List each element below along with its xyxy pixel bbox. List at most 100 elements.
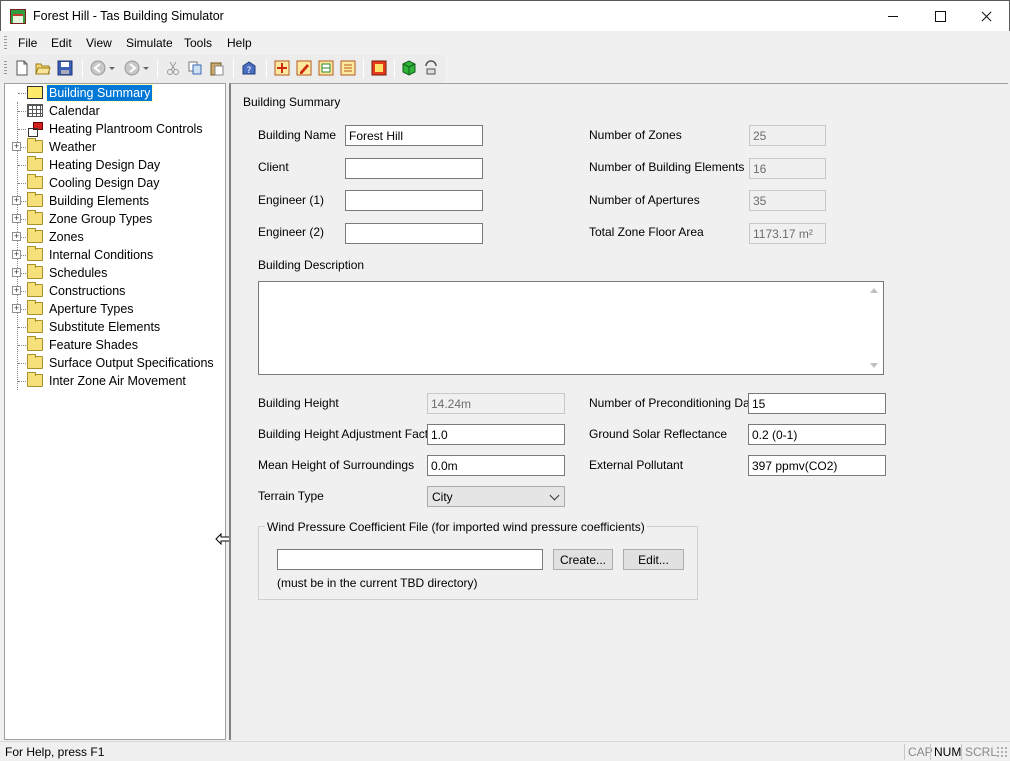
tree-item[interactable]: + Zone Group Types — [5, 210, 225, 228]
back-dropdown-icon[interactable] — [108, 60, 116, 76]
tree-item[interactable]: Calendar — [5, 102, 225, 120]
client-input[interactable] — [345, 158, 483, 179]
expand-icon[interactable]: + — [12, 196, 21, 205]
maximize-button[interactable] — [917, 1, 963, 31]
calculate-icon[interactable] — [274, 60, 290, 76]
list-icon[interactable] — [340, 60, 356, 76]
tree-item-label[interactable]: Feature Shades — [47, 337, 140, 353]
forward-icon[interactable] — [124, 60, 140, 76]
scroll-down-icon[interactable] — [870, 363, 878, 368]
expand-icon[interactable]: + — [12, 268, 21, 277]
height-adjustment-input[interactable] — [427, 424, 565, 445]
tree-item-label[interactable]: Weather — [47, 139, 98, 155]
navigation-tree[interactable]: Building Summary Calendar Heating Plantroo… — [4, 83, 226, 740]
tree-item[interactable]: + Internal Conditions — [5, 246, 225, 264]
tree-item[interactable]: + Zones — [5, 228, 225, 246]
svg-text:?: ? — [247, 66, 252, 76]
ground-reflectance-label: Ground Solar Reflectance — [589, 427, 728, 441]
expand-icon[interactable]: + — [12, 142, 21, 151]
menubar-grip[interactable] — [4, 36, 7, 50]
wind-file-input[interactable] — [277, 549, 543, 570]
tree-item[interactable]: + Weather — [5, 138, 225, 156]
tree-item-label[interactable]: Internal Conditions — [47, 247, 155, 263]
cube-icon[interactable] — [401, 60, 417, 76]
copy-icon[interactable] — [187, 60, 203, 76]
close-button[interactable] — [963, 1, 1009, 31]
tree-item-label[interactable]: Constructions — [47, 283, 127, 299]
expand-icon[interactable]: + — [12, 250, 21, 259]
tree-item[interactable]: + Constructions — [5, 282, 225, 300]
app-icon[interactable] — [10, 9, 26, 24]
mean-height-input[interactable] — [427, 455, 565, 476]
new-file-icon[interactable] — [14, 60, 30, 76]
tree-item-label[interactable]: Building Summary — [45, 84, 154, 102]
create-button[interactable]: Create... — [553, 549, 613, 570]
tree-item[interactable]: Surface Output Specifications — [5, 354, 225, 372]
num-indicator: NUM — [930, 744, 964, 760]
tree-item-label[interactable]: Heating Design Day — [47, 157, 162, 173]
toolbar-separator — [363, 59, 364, 78]
cut-icon[interactable] — [165, 60, 181, 76]
scroll-up-icon[interactable] — [870, 288, 878, 293]
building-name-input[interactable] — [345, 125, 483, 146]
tree-item-label[interactable]: Heating Plantroom Controls — [47, 121, 205, 137]
table-icon[interactable] — [318, 60, 334, 76]
expand-icon[interactable]: + — [12, 304, 21, 313]
simulate-icon[interactable] — [371, 60, 387, 76]
help-icon[interactable]: ? — [241, 60, 257, 76]
edit-report-icon[interactable] — [296, 60, 312, 76]
toolbar-grip[interactable] — [4, 61, 7, 75]
tree-item-label[interactable]: Zones — [47, 229, 86, 245]
engineer1-input[interactable] — [345, 190, 483, 211]
menu-edit[interactable]: Edit — [51, 36, 72, 50]
minimize-button[interactable] — [870, 1, 916, 31]
save-icon[interactable] — [57, 60, 73, 76]
expand-icon[interactable]: + — [12, 232, 21, 241]
forward-dropdown-icon[interactable] — [142, 60, 150, 76]
folder-icon — [27, 372, 43, 387]
terrain-type-select[interactable]: City — [427, 486, 565, 507]
tree-item-label[interactable]: Zone Group Types — [47, 211, 154, 227]
tree-item[interactable]: + Aperture Types — [5, 300, 225, 318]
tree-item-label[interactable]: Surface Output Specifications — [47, 355, 216, 371]
external-pollutant-input[interactable] — [748, 455, 886, 476]
tree-item[interactable]: + Schedules — [5, 264, 225, 282]
tree-item[interactable]: Heating Design Day — [5, 156, 225, 174]
ground-reflectance-input[interactable] — [748, 424, 886, 445]
tree-item[interactable]: Inter Zone Air Movement — [5, 372, 225, 390]
tree-item-label[interactable]: Cooling Design Day — [47, 175, 161, 191]
open-folder-icon[interactable] — [35, 60, 51, 76]
tree-item[interactable]: Substitute Elements — [5, 318, 225, 336]
menu-help[interactable]: Help — [227, 36, 252, 50]
tree-item[interactable]: Feature Shades — [5, 336, 225, 354]
expand-icon[interactable]: + — [12, 286, 21, 295]
tree-item-label[interactable]: Schedules — [47, 265, 109, 281]
tree-item-label[interactable]: Calendar — [47, 103, 102, 119]
edit-button[interactable]: Edit... — [623, 549, 684, 570]
resize-grip-icon[interactable] — [996, 746, 1008, 758]
tree-connector-line — [18, 129, 26, 130]
menu-simulate[interactable]: Simulate — [126, 36, 173, 50]
menu-view[interactable]: View — [86, 36, 112, 50]
num-zones-value: 25 — [749, 125, 826, 146]
expand-icon[interactable]: + — [12, 214, 21, 223]
paste-icon[interactable] — [209, 60, 225, 76]
rotate-icon[interactable] — [423, 60, 439, 76]
tree-item[interactable]: Cooling Design Day — [5, 174, 225, 192]
menu-tools[interactable]: Tools — [184, 36, 212, 50]
engineer2-input[interactable] — [345, 223, 483, 244]
description-textarea[interactable] — [258, 281, 884, 375]
back-icon[interactable] — [90, 60, 106, 76]
tree-item-label[interactable]: Substitute Elements — [47, 319, 162, 335]
description-scrollbar[interactable] — [866, 282, 883, 374]
tree-item[interactable]: + Building Elements — [5, 192, 225, 210]
tree-item-label[interactable]: Aperture Types — [47, 301, 136, 317]
tree-item-label[interactable]: Inter Zone Air Movement — [47, 373, 188, 389]
menu-file[interactable]: File — [18, 36, 37, 50]
tree-item[interactable]: Building Summary — [5, 84, 225, 102]
tree-item[interactable]: Heating Plantroom Controls — [5, 120, 225, 138]
precond-days-input[interactable] — [748, 393, 886, 414]
panel-title: Building Summary — [243, 95, 341, 109]
client-label: Client — [258, 160, 289, 174]
tree-item-label[interactable]: Building Elements — [47, 193, 151, 209]
